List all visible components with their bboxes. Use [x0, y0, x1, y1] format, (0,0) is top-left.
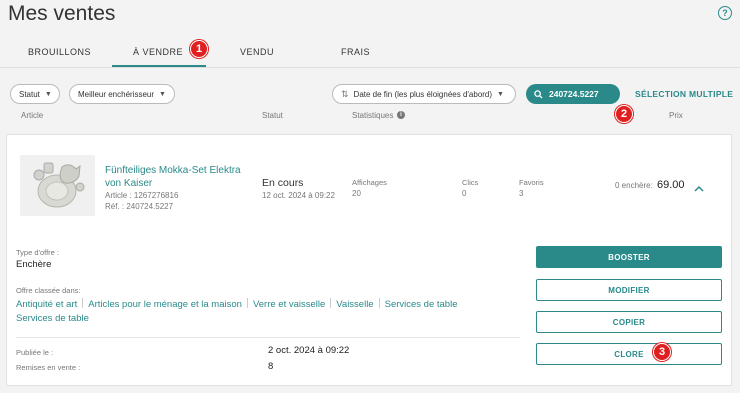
category-breadcrumb: Antiquité et art Articles pour le ménage … — [16, 298, 486, 326]
info-icon[interactable]: i — [397, 111, 405, 119]
close-listing-button[interactable]: CLORE — [536, 343, 722, 365]
category-separator — [246, 298, 248, 308]
close-icon[interactable] — [604, 88, 614, 101]
search-value: 240724.5227 — [549, 89, 599, 99]
category-link[interactable]: Antiquité et art — [16, 299, 77, 310]
annotation-badge-3: 3 — [653, 343, 671, 361]
listing-status: En cours — [262, 177, 304, 189]
favorites-value: 3 — [519, 189, 524, 198]
reference-number: Réf. : 240724.5227 — [105, 202, 174, 211]
category-link[interactable]: Articles pour le ménage et la maison — [88, 299, 242, 310]
category-label: Offre classée dans: — [16, 286, 81, 295]
search-icon — [534, 89, 543, 99]
views-label: Affichages — [352, 178, 387, 187]
booster-button[interactable]: BOOSTER — [536, 246, 722, 268]
category-link[interactable]: Services de table — [16, 313, 89, 324]
col-prix: Prix — [669, 111, 683, 120]
annotation-badge-1: 1 — [190, 40, 208, 58]
offer-type-label: Type d'offre : — [16, 248, 59, 257]
clicks-value: 0 — [462, 189, 467, 198]
published-value: 2 oct. 2024 à 09:22 — [268, 345, 350, 356]
help-icon[interactable]: ? — [718, 6, 732, 20]
chevron-down-icon: ▼ — [497, 90, 504, 98]
status-date: 12 oct. 2024 à 09:22 — [262, 191, 335, 200]
bidder-filter-label: Meilleur enchérisseur — [78, 89, 155, 99]
price-value: 69.00 — [657, 179, 685, 191]
bid-count: 0 enchère: — [615, 181, 653, 190]
annotation-badge-2: 2 — [615, 105, 633, 123]
category-link[interactable]: Services de table — [385, 299, 458, 310]
category-separator — [330, 298, 332, 308]
modify-button[interactable]: MODIFIER — [536, 279, 722, 301]
tab-frais[interactable]: FRAIS — [341, 47, 370, 57]
article-number: Article : 1267276816 — [105, 191, 179, 200]
status-filter[interactable]: Statut ▼ — [10, 84, 60, 104]
chevron-up-icon[interactable] — [694, 181, 704, 192]
tabs-divider — [0, 67, 740, 68]
relist-value: 8 — [268, 361, 274, 372]
col-statut: Statut — [262, 111, 283, 120]
category-link[interactable]: Vaisselle — [336, 299, 373, 310]
relist-label: Remises en vente : — [16, 363, 81, 372]
product-title-link[interactable]: Fünfteiliges Mokka-Set Elektra von Kaise… — [105, 164, 245, 190]
multi-select-button[interactable]: SÉLECTION MULTIPLE — [635, 89, 733, 99]
sort-icon: ⇅ — [341, 88, 349, 99]
col-article: Article — [21, 111, 44, 120]
category-separator — [378, 298, 380, 308]
offer-type-value: Enchère — [16, 259, 52, 270]
status-filter-label: Statut — [19, 89, 40, 99]
favorites-label: Favoris — [519, 178, 544, 187]
details-divider — [16, 337, 520, 338]
views-value: 20 — [352, 189, 361, 198]
bidder-filter[interactable]: Meilleur enchérisseur ▼ — [69, 84, 175, 104]
tab-brouillons[interactable]: BROUILLONS — [28, 47, 91, 57]
category-separator — [82, 298, 84, 308]
sort-select-label: Date de fin (les plus éloignées d'abord) — [353, 89, 493, 99]
sort-select[interactable]: ⇅ Date de fin (les plus éloignées d'abor… — [332, 84, 516, 104]
published-label: Publiée le : — [16, 348, 54, 357]
category-link[interactable]: Verre et vaisselle — [253, 299, 325, 310]
chevron-down-icon: ▼ — [159, 90, 166, 98]
clicks-label: Clics — [462, 178, 479, 187]
tab-vendu[interactable]: VENDU — [240, 47, 274, 57]
chevron-down-icon: ▼ — [44, 90, 52, 98]
tab-a-vendre[interactable]: À VENDRE — [133, 47, 183, 57]
page-title: Mes ventes — [8, 2, 116, 25]
col-stats: Statistiques — [352, 111, 394, 120]
copy-button[interactable]: COPIER — [536, 311, 722, 333]
product-thumbnail[interactable] — [20, 155, 95, 216]
